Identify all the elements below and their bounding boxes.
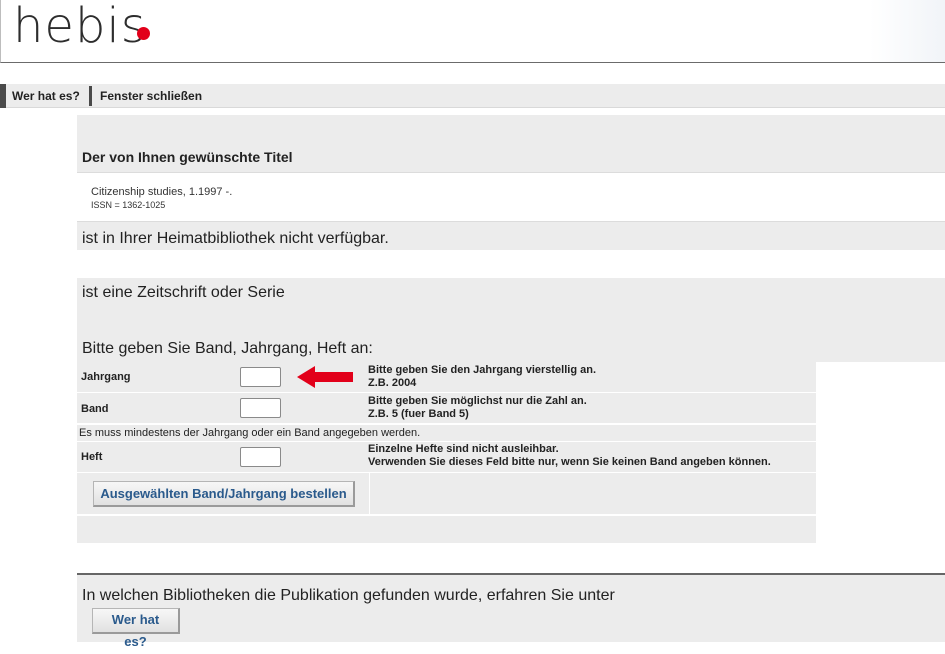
band-row: Band Bitte geben Sie möglichst nur die Z…: [77, 393, 816, 424]
heft-input[interactable]: [240, 447, 281, 467]
header: hebis: [0, 0, 945, 63]
record-box: Citizenship studies, 1.1997 -. ISSN = 13…: [77, 172, 945, 222]
heft-label: Heft: [81, 451, 103, 463]
footer-panel: [77, 575, 945, 642]
band-help: Bitte geben Sie möglichst nur die Zahl a…: [368, 395, 587, 421]
record-issn: ISSN = 1362-1025: [91, 200, 166, 210]
heft-help-line2: Verwenden Sie dieses Feld bitte nur, wen…: [368, 456, 771, 468]
nav-wer-hat-es[interactable]: Wer hat es?: [0, 84, 80, 108]
order-bottom-panel: [77, 516, 816, 543]
submit-divider: [369, 473, 370, 515]
jahrgang-help-line2: Z.B. 2004: [368, 377, 417, 389]
heft-help-line1: Einzelne Hefte sind nicht ausleihbar.: [368, 443, 559, 455]
nav-fenster-schliessen[interactable]: Fenster schließen: [94, 84, 202, 108]
footer-text: In welchen Bibliotheken die Publikation …: [82, 587, 615, 604]
band-help-line2: Z.B. 5 (fuer Band 5): [368, 408, 469, 420]
band-input[interactable]: [240, 398, 281, 418]
nav-bar: Wer hat es? Fenster schließen: [0, 84, 945, 108]
heft-row: Heft Einzelne Hefte sind nicht ausleihba…: [77, 442, 816, 473]
type-note: ist eine Zeitschrift oder Serie: [82, 284, 285, 301]
wer-hat-es-button[interactable]: Wer hat es?: [92, 608, 180, 649]
band-help-line1: Bitte geben Sie möglichst nur die Zahl a…: [368, 395, 587, 407]
title-heading: Der von Ihnen gewünschte Titel: [82, 149, 293, 165]
nav-separator: [89, 86, 92, 106]
heft-help: Einzelne Hefte sind nicht ausleihbar. Ve…: [368, 443, 771, 469]
requirement-note: Es muss mindestens der Jahrgang oder ein…: [79, 427, 421, 439]
record-title: Citizenship studies, 1.1997 -.: [91, 186, 233, 198]
jahrgang-row: Jahrgang Bitte geben Sie den Jahrgang vi…: [77, 362, 816, 393]
requirement-row: Es muss mindestens der Jahrgang oder ein…: [77, 425, 816, 441]
jahrgang-input[interactable]: [240, 367, 281, 387]
order-submit-button[interactable]: Ausgewählten Band/Jahrgang bestellen: [93, 481, 355, 507]
band-label: Band: [81, 403, 109, 415]
red-arrow-icon: [297, 366, 353, 388]
instruction-text: Bitte geben Sie Band, Jahrgang, Heft an:: [82, 340, 373, 357]
availability-text: ist in Ihrer Heimatbibliothek nicht verf…: [82, 230, 389, 247]
hebis-logo: hebis: [13, 0, 147, 54]
jahrgang-label: Jahrgang: [81, 371, 131, 383]
jahrgang-help: Bitte geben Sie den Jahrgang vierstellig…: [368, 364, 596, 390]
logo-dot: [137, 27, 150, 40]
jahrgang-help-line1: Bitte geben Sie den Jahrgang vierstellig…: [368, 364, 597, 376]
